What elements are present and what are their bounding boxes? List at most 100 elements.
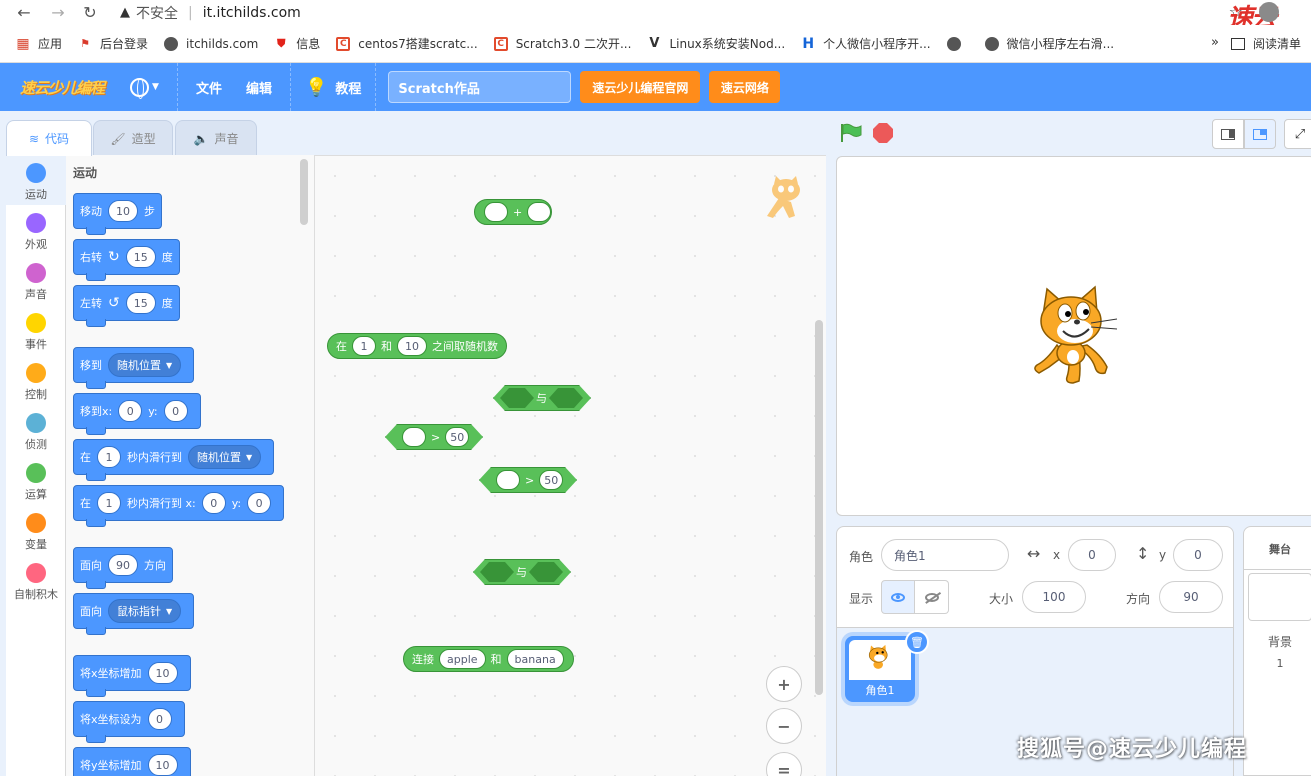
menu-tutorial[interactable]: 教程 [335, 78, 361, 97]
menu-edit[interactable]: 编辑 [246, 78, 272, 97]
block-glide-xy[interactable]: 在 1 秒内滑行到 x: 0 y: 0 [73, 485, 285, 527]
menu-divider [289, 63, 291, 111]
block-move-steps[interactable]: 移动 10 步 [73, 193, 162, 235]
block-goto-xy[interactable]: 移到x: 0 y: 0 [73, 393, 201, 435]
block-pick-random[interactable]: 在 1 和 10 之间取随机数 [327, 333, 507, 359]
script-workspace[interactable]: + 在 1 和 10 之间取随机数 与 >50 >50 与 连接 apple 和 banana… [315, 155, 826, 776]
bookmark-admin-login[interactable]: ⚑ 后台登录 [78, 35, 148, 52]
fullscreen-button[interactable]: ⤢ [1284, 119, 1311, 149]
stage-canvas[interactable] [836, 156, 1311, 516]
bookmark-info[interactable]: ⛊ 信息 [274, 35, 320, 52]
bookmark-apps[interactable]: ▦ 应用 [16, 35, 62, 52]
green-flag-icon[interactable] [840, 123, 862, 143]
reload-icon[interactable]: ↻ [78, 2, 102, 24]
hide-button[interactable] [915, 580, 949, 614]
sprite-cat[interactable] [1027, 285, 1127, 390]
address-bar[interactable]: ▲ 不安全 | it.itchilds.com [120, 3, 301, 23]
stage-selector-panel[interactable]: 舞台 背景 1 [1243, 526, 1311, 776]
x-label: x [1053, 548, 1061, 562]
size-input[interactable]: 100 [1022, 581, 1086, 613]
bookmark-centos[interactable]: Ccentos7搭建scratc... [336, 35, 478, 52]
forward-icon[interactable]: → [46, 2, 70, 24]
category-control[interactable]: 控制 [6, 363, 66, 402]
glide-dropdown[interactable]: 随机位置 ▼ [188, 445, 262, 469]
block-change-x[interactable]: 将x坐标增加 10 [73, 655, 191, 697]
show-label: 显示 [849, 592, 874, 606]
x-input[interactable]: 0 [1068, 539, 1116, 571]
tab-code[interactable]: ≋ 代码 [6, 120, 92, 156]
palette-scrollbar[interactable] [300, 159, 308, 225]
block-greater-than[interactable]: >50 [385, 424, 483, 450]
bookmark-scratch3[interactable]: C Scratch3.0 二次开... [493, 35, 631, 52]
bookmarks-more-button[interactable]: » [1211, 35, 1219, 50]
flag-icon: ⚑ [80, 37, 90, 50]
lightbulb-icon[interactable]: 💡 [305, 77, 327, 98]
sprite-tile[interactable]: 角色1 🗑 [845, 630, 929, 702]
category-dot-icon [26, 363, 46, 383]
block-glide-to[interactable]: 在 1 秒内滑行到 随机位置 ▼ [73, 439, 275, 481]
block-turn-left[interactable]: 左转 ↺ 15 度 [73, 285, 180, 327]
small-stage-button[interactable] [1212, 119, 1244, 149]
category-operators[interactable]: 运算 [6, 463, 66, 502]
block-set-x[interactable]: 将x坐标设为 0 [73, 701, 185, 743]
workspace-scrollbar[interactable] [815, 320, 823, 695]
tab-costume[interactable]: 🖌 造型 [93, 120, 173, 156]
zoom-out-button[interactable]: − [766, 708, 802, 744]
block-change-y[interactable]: 将y坐标增加 10 [73, 747, 191, 776]
block-and[interactable]: 与 [473, 559, 571, 585]
backdrop-label: 背景 [1267, 635, 1292, 649]
block-join[interactable]: 连接 apple 和 banana [403, 646, 574, 672]
project-title-input[interactable]: Scratch作品 [388, 71, 572, 103]
back-icon[interactable]: ← [12, 2, 36, 24]
bookmark-itchilds[interactable]: itchilds.com [164, 36, 258, 51]
scratch-logo[interactable]: 速云少儿编程 [20, 77, 105, 98]
chevron-down-icon: ▼ [246, 452, 253, 462]
bookmark-linux-node[interactable]: V Linux系统安装Nod... [647, 35, 785, 52]
browser-toolbar: ← → ↻ ▲ 不安全 | it.itchilds.com ☆ 速云 [0, 0, 1311, 34]
stage-thumbnail[interactable] [1248, 573, 1311, 621]
block-add[interactable]: + [474, 199, 552, 225]
category-motion[interactable]: 运动 [6, 163, 66, 202]
language-globe-icon[interactable] [130, 77, 150, 99]
tab-sound[interactable]: 🔈 声音 [175, 120, 257, 156]
bookmark-wechat-mini[interactable]: H 个人微信小程序开... [801, 35, 930, 52]
speaker-icon: 🔈 [193, 131, 209, 146]
bookmark-globe[interactable] [946, 36, 969, 51]
url-text: it.itchilds.com [202, 4, 301, 21]
zoom-reset-button[interactable]: = [766, 752, 802, 776]
point-towards-dropdown[interactable]: 鼠标指针 ▼ [108, 599, 182, 623]
bookmark-wechat-slide[interactable]: 微信小程序左右滑... [984, 35, 1114, 52]
show-button[interactable] [881, 580, 915, 614]
category-my-blocks[interactable]: 自制积木 [6, 563, 66, 602]
palette-section-title: 运动 [73, 166, 98, 180]
category-sensing[interactable]: 侦测 [6, 413, 66, 452]
eye-off-icon [924, 592, 939, 602]
reading-list-icon [1230, 37, 1245, 50]
official-site-button[interactable]: 速云少儿编程官网 [580, 71, 701, 103]
stop-icon[interactable] [873, 123, 893, 143]
zoom-in-button[interactable]: + [766, 666, 802, 702]
category-sound[interactable]: 声音 [6, 263, 66, 302]
block-goto[interactable]: 移到 随机位置 ▼ [73, 347, 195, 389]
reading-list-button[interactable]: 阅读清单 [1230, 35, 1301, 52]
block-and[interactable]: 与 [493, 385, 591, 411]
normal-stage-button[interactable] [1244, 119, 1276, 149]
y-label: y [1159, 548, 1167, 562]
y-input[interactable]: 0 [1173, 539, 1223, 571]
network-button[interactable]: 速云网络 [709, 71, 781, 103]
goto-dropdown[interactable]: 随机位置 ▼ [108, 353, 182, 377]
profile-avatar-icon[interactable] [1259, 2, 1279, 22]
block-point-towards[interactable]: 面向 鼠标指针 ▼ [73, 593, 195, 635]
chevron-down-icon[interactable]: ▼ [152, 82, 159, 92]
sprite-name-input[interactable]: 角色1 [881, 539, 1009, 571]
block-point-direction[interactable]: 面向 90 方向 [73, 547, 173, 589]
block-greater-than[interactable]: >50 [479, 467, 577, 493]
menu-file[interactable]: 文件 [196, 78, 222, 97]
menu-divider [375, 63, 377, 111]
category-events[interactable]: 事件 [6, 313, 66, 352]
direction-input[interactable]: 90 [1159, 581, 1223, 613]
category-looks[interactable]: 外观 [6, 213, 66, 252]
category-variables[interactable]: 变量 [6, 513, 66, 552]
block-turn-right[interactable]: 右转 ↻ 15 度 [73, 239, 180, 281]
delete-sprite-button[interactable]: 🗑 [905, 630, 929, 654]
